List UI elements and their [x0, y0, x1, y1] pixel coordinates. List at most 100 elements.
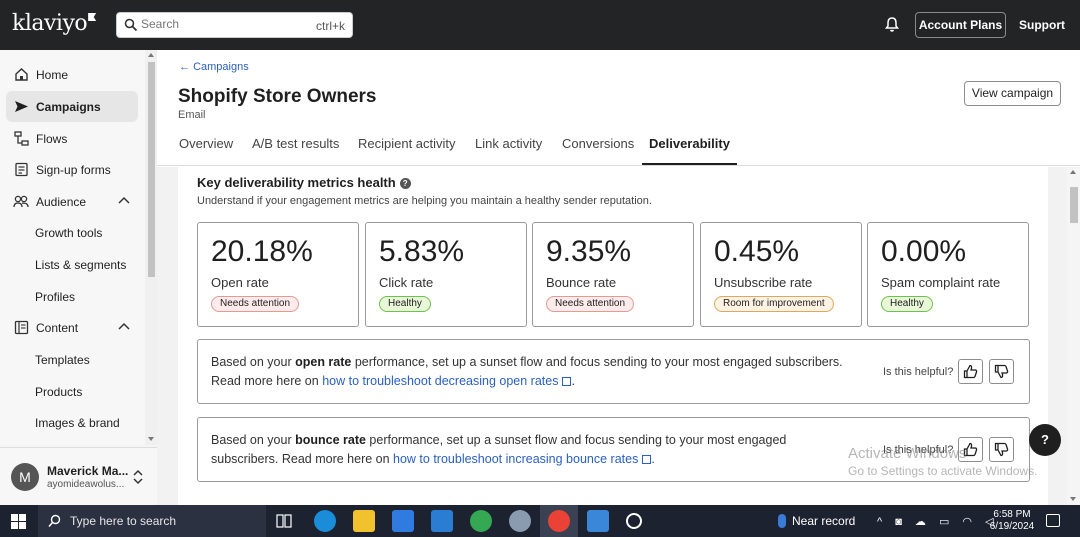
- sidebar-item-growth-tools[interactable]: Growth tools: [35, 226, 102, 240]
- taskbar-clock[interactable]: 6:58 PM 6/19/2024: [986, 509, 1038, 533]
- app-icon[interactable]: [587, 510, 609, 532]
- sidebar-item-label: Content: [36, 320, 79, 335]
- system-tray-icons[interactable]: ^ ◙ ☁ ▭ ◠ ◁: [877, 515, 999, 528]
- status-badge: Needs attention: [211, 296, 300, 312]
- metric-value: 0.00%: [881, 235, 967, 268]
- sidebar-item-label: Flows: [36, 131, 68, 146]
- sidebar-item-products[interactable]: Products: [35, 385, 82, 399]
- sidebar-item-label: Campaigns: [36, 99, 101, 114]
- metric-value: 9.35%: [546, 235, 632, 268]
- avatar: M: [11, 463, 39, 491]
- scroll-up-arrow-icon[interactable]: [148, 53, 154, 57]
- sidebar-item-label: Home: [36, 67, 69, 82]
- troubleshoot-bounce-rates-link[interactable]: how to troubleshoot increasing bounce ra…: [393, 452, 652, 466]
- sidebar-item-audience[interactable]: Audience: [6, 186, 138, 217]
- chevron-up-icon[interactable]: [118, 322, 130, 330]
- thumbs-up-icon: [963, 364, 978, 379]
- tab-conversions[interactable]: Conversions: [562, 136, 634, 165]
- taskbar-search-placeholder: Type here to search: [70, 514, 177, 528]
- tab-overview[interactable]: Overview: [179, 136, 233, 165]
- home-icon: [13, 67, 29, 83]
- thumbs-down-icon: [994, 364, 1009, 379]
- sidebar-item-profiles[interactable]: Profiles: [35, 290, 75, 304]
- main-content: ← Campaigns Shopify Store Owners Email V…: [157, 50, 1080, 505]
- search-input[interactable]: [141, 17, 311, 31]
- metric-value: 20.18%: [211, 235, 313, 268]
- thumbs-down-button[interactable]: [989, 437, 1014, 462]
- app-icon[interactable]: [509, 510, 531, 532]
- sidebar-item-flows[interactable]: Flows: [6, 123, 138, 154]
- thumbs-down-button[interactable]: [989, 359, 1014, 384]
- helpful-label: Is this helpful?: [883, 444, 954, 456]
- tab-ab-test-results[interactable]: A/B test results: [252, 136, 339, 165]
- chrome-profile-icon[interactable]: [470, 510, 492, 532]
- notification-bell-icon[interactable]: [884, 16, 900, 33]
- sidebar-item-templates[interactable]: Templates: [35, 353, 90, 367]
- taskbar-search[interactable]: Type here to search: [38, 505, 266, 537]
- top-bar: klaviyo ctrl+k Account Plans Support: [0, 0, 1080, 50]
- thermometer-icon: [778, 514, 786, 528]
- sidebar-item-home[interactable]: Home: [6, 59, 138, 90]
- thumbs-up-button[interactable]: [958, 359, 983, 384]
- microsoft-store-icon[interactable]: [392, 510, 414, 532]
- page-subtitle: Email: [178, 109, 206, 121]
- external-link-icon: [562, 377, 572, 386]
- view-campaign-button[interactable]: View campaign: [964, 81, 1061, 106]
- sidebar-item-images-brand[interactable]: Images & brand: [35, 416, 120, 430]
- chevron-up-icon[interactable]: [118, 196, 130, 204]
- main-scrollbar[interactable]: [1067, 167, 1080, 505]
- metric-label: Open rate: [211, 275, 269, 290]
- klaviyo-logo[interactable]: klaviyo: [12, 11, 97, 36]
- edge-browser-icon[interactable]: [314, 510, 336, 532]
- user-email: ayomideawolus...: [47, 479, 125, 490]
- sidebar-item-lists-segments[interactable]: Lists & segments: [35, 258, 126, 272]
- support-link[interactable]: Support: [1019, 18, 1065, 32]
- deliverability-health-panel: Key deliverability metrics health? Under…: [178, 167, 1048, 505]
- help-chat-button[interactable]: ?: [1029, 424, 1061, 456]
- tab-link-activity[interactable]: Link activity: [475, 136, 542, 165]
- search-icon: [48, 514, 61, 528]
- scroll-down-arrow-icon[interactable]: [1070, 497, 1076, 501]
- main-scroll-thumb[interactable]: [1070, 187, 1078, 223]
- task-view-icon[interactable]: [276, 514, 292, 528]
- section-description: Understand if your engagement metrics ar…: [197, 195, 652, 207]
- recommendation-card-bounce-rate: Based on your bounce rate performance, s…: [197, 417, 1030, 482]
- scroll-up-arrow-icon[interactable]: [1070, 170, 1076, 174]
- help-icon[interactable]: ?: [399, 178, 411, 189]
- chrome-icon[interactable]: [548, 510, 570, 532]
- scroll-down-arrow-icon[interactable]: [148, 437, 154, 441]
- troubleshoot-open-rates-link[interactable]: how to troubleshoot decreasing open rate…: [322, 374, 572, 388]
- app-icon[interactable]: [626, 513, 642, 529]
- metric-label: Unsubscribe rate: [714, 275, 813, 290]
- thumbs-down-icon: [994, 442, 1009, 457]
- helpful-label: Is this helpful?: [883, 366, 954, 378]
- status-badge: Healthy: [881, 296, 933, 312]
- sidebar-item-signup-forms[interactable]: Sign-up forms: [6, 154, 138, 185]
- sidebar-scrollbar[interactable]: [145, 50, 157, 445]
- search-icon: [124, 18, 138, 32]
- sidebar-item-content[interactable]: Content: [6, 312, 138, 343]
- send-icon: [13, 99, 29, 115]
- windows-start-icon[interactable]: [11, 514, 26, 529]
- tab-deliverability[interactable]: Deliverability: [642, 136, 737, 165]
- user-account-menu[interactable]: M Maverick Ma... ayomideawolus...: [0, 447, 157, 505]
- weather-widget[interactable]: Near record: [778, 514, 855, 528]
- external-link-icon: [642, 455, 652, 464]
- mail-icon[interactable]: [431, 510, 453, 532]
- tab-recipient-activity[interactable]: Recipient activity: [358, 136, 456, 165]
- notifications-icon[interactable]: [1046, 514, 1060, 527]
- thumbs-up-icon: [963, 442, 978, 457]
- status-badge: Healthy: [379, 296, 431, 312]
- thumbs-up-button[interactable]: [958, 437, 983, 462]
- tab-bar: Overview A/B test results Recipient acti…: [157, 133, 1080, 166]
- expand-collapse-icon[interactable]: [132, 469, 144, 485]
- sidebar-item-label: Sign-up forms: [36, 162, 111, 177]
- account-plans-button[interactable]: Account Plans: [915, 12, 1006, 38]
- sidebar-scroll-thumb[interactable]: [148, 62, 155, 277]
- file-explorer-icon[interactable]: [353, 510, 375, 532]
- form-icon: [13, 162, 29, 178]
- recommendation-card-open-rate: Based on your open rate performance, set…: [197, 339, 1030, 404]
- back-to-campaigns-link[interactable]: ← Campaigns: [179, 61, 249, 73]
- search-box[interactable]: ctrl+k: [116, 12, 353, 38]
- sidebar-item-campaigns[interactable]: Campaigns: [6, 91, 138, 122]
